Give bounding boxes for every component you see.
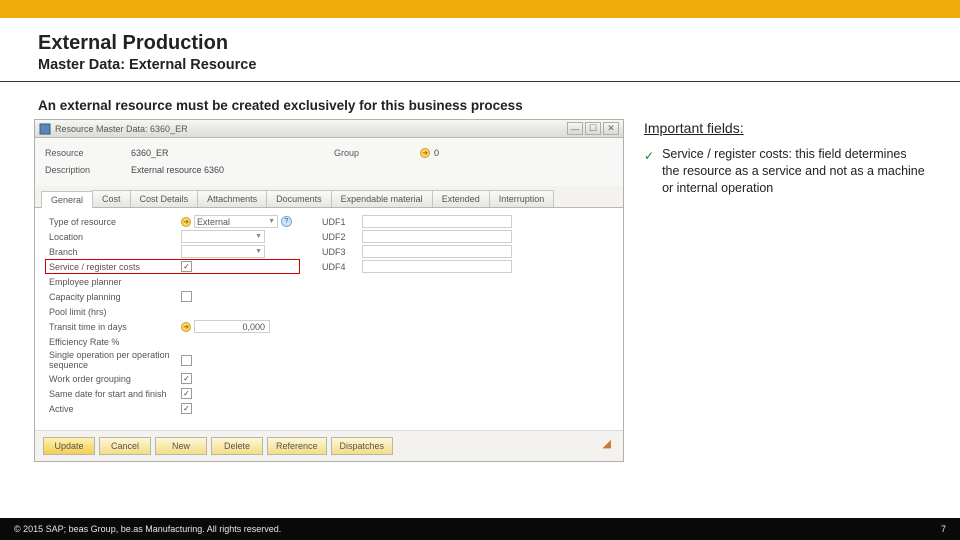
description-label: Description — [45, 165, 129, 175]
link-arrow-icon[interactable]: ➜ — [420, 148, 430, 158]
tab-attachments[interactable]: Attachments — [197, 190, 267, 207]
window-titlebar: Resource Master Data: 6360_ER — ☐ ✕ — [35, 120, 623, 138]
capacity-planning-checkbox[interactable] — [181, 291, 192, 302]
close-button[interactable]: ✕ — [603, 122, 619, 135]
branch-dropdown[interactable]: ▼ — [181, 245, 265, 258]
location-dropdown[interactable]: ▼ — [181, 230, 265, 243]
tab-cost[interactable]: Cost — [92, 190, 131, 207]
window-icon — [39, 123, 51, 135]
update-button[interactable]: Update — [43, 437, 95, 455]
tab-bar: General Cost Cost Details Attachments Do… — [35, 186, 623, 208]
reference-button[interactable]: Reference — [267, 437, 327, 455]
transit-time-value[interactable]: 0,000 — [194, 320, 270, 333]
udf2-label: UDF2 — [322, 232, 362, 242]
service-register-costs-label: Service / register costs — [49, 262, 181, 272]
cancel-button[interactable]: Cancel — [99, 437, 151, 455]
udf4-label: UDF4 — [322, 262, 362, 272]
tab-general-body: Type of resource ➜ External▼ ? Location … — [35, 208, 623, 430]
dispatches-button[interactable]: Dispatches — [331, 437, 394, 455]
work-order-grouping-checkbox[interactable]: ✓ — [181, 373, 192, 384]
resource-value: 6360_ER — [129, 148, 324, 158]
branch-label: Branch — [49, 247, 181, 257]
page-subtitle: Master Data: External Resource — [38, 57, 922, 73]
window-title-text: Resource Master Data: 6360_ER — [55, 124, 567, 134]
employee-planner-label: Employee planner — [49, 277, 181, 287]
link-arrow-icon[interactable]: ➜ — [181, 322, 191, 332]
checkmark-icon: ✓ — [644, 148, 654, 197]
active-label: Active — [49, 404, 181, 414]
description-value: External resource 6360 — [129, 165, 324, 175]
maximize-button[interactable]: ☐ — [585, 122, 601, 135]
udf4-input[interactable] — [362, 260, 512, 273]
resource-master-window: Resource Master Data: 6360_ER — ☐ ✕ Reso… — [34, 119, 624, 462]
resize-grip-icon[interactable]: ◢ — [601, 437, 615, 455]
type-of-resource-dropdown[interactable]: External▼ — [194, 215, 278, 228]
resource-label: Resource — [45, 148, 129, 158]
intro-text: An external resource must be created exc… — [38, 98, 624, 113]
location-label: Location — [49, 232, 181, 242]
capacity-planning-label: Capacity planning — [49, 292, 181, 302]
link-arrow-icon[interactable]: ➜ — [181, 217, 191, 227]
service-register-costs-checkbox[interactable]: ✓ — [181, 261, 192, 272]
page-number: 7 — [941, 524, 946, 534]
important-bullet-1: Service / register costs: this field det… — [662, 146, 926, 197]
udf1-input[interactable] — [362, 215, 512, 228]
help-icon[interactable]: ? — [281, 216, 292, 227]
single-operation-checkbox[interactable] — [181, 355, 192, 366]
accent-bar — [0, 0, 960, 18]
work-order-grouping-label: Work order grouping — [49, 374, 181, 384]
transit-time-label: Transit time in days — [49, 322, 181, 332]
page-title: External Production — [38, 32, 922, 55]
minimize-button[interactable]: — — [567, 122, 583, 135]
slide-footer: © 2015 SAP; beas Group, be.as Manufactur… — [0, 518, 960, 540]
tab-general[interactable]: General — [41, 191, 93, 208]
copyright-text: © 2015 SAP; beas Group, be.as Manufactur… — [14, 524, 281, 534]
new-button[interactable]: New — [155, 437, 207, 455]
tab-interruption[interactable]: Interruption — [489, 190, 555, 207]
group-label: Group — [334, 148, 418, 158]
form-header: Resource 6360_ER Description External re… — [35, 138, 623, 186]
same-date-checkbox[interactable]: ✓ — [181, 388, 192, 399]
notes-column: Important fields: ✓ Service / register c… — [644, 92, 926, 462]
important-fields-heading: Important fields: — [644, 120, 926, 136]
window-button-row: Update Cancel New Delete Reference Dispa… — [35, 430, 623, 461]
udf3-label: UDF3 — [322, 247, 362, 257]
udf1-label: UDF1 — [322, 217, 362, 227]
tab-expendable[interactable]: Expendable material — [331, 190, 433, 207]
delete-button[interactable]: Delete — [211, 437, 263, 455]
slide-header: External Production Master Data: Externa… — [0, 18, 960, 82]
udf2-input[interactable] — [362, 230, 512, 243]
same-date-label: Same date for start and finish — [49, 389, 181, 399]
tab-cost-details[interactable]: Cost Details — [130, 190, 199, 207]
udf3-input[interactable] — [362, 245, 512, 258]
tab-documents[interactable]: Documents — [266, 190, 332, 207]
service-register-costs-row: Service / register costs ✓ — [45, 259, 300, 274]
efficiency-rate-label: Efficiency Rate % — [49, 337, 181, 347]
tab-extended[interactable]: Extended — [432, 190, 490, 207]
group-value: 0 — [434, 148, 439, 158]
pool-limit-label: Pool limit (hrs) — [49, 307, 181, 317]
type-of-resource-label: Type of resource — [49, 217, 181, 227]
active-checkbox[interactable]: ✓ — [181, 403, 192, 414]
single-operation-label: Single operation per operation sequence — [49, 350, 181, 370]
